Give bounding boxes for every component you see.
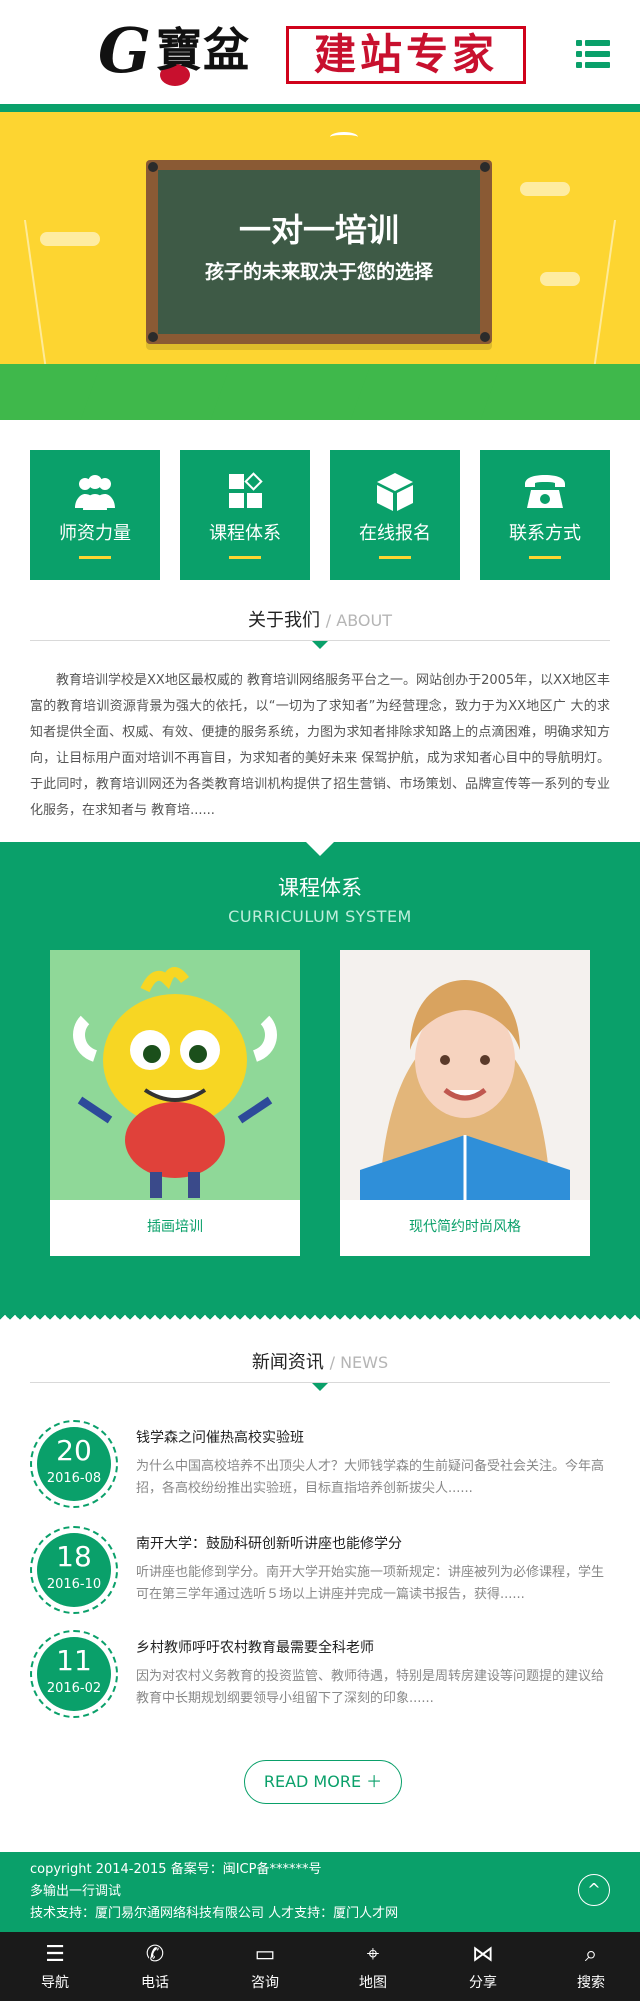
- quick-link-teachers[interactable]: 师资力量: [30, 450, 160, 580]
- news-date-badge: 11 2016-02: [30, 1630, 118, 1718]
- news-item-summary: 为什么中国高校培养不出顶尖人才？大师钱学森的生前疑问备受社会关注。今年高招，各高…: [136, 1459, 605, 1496]
- caret-down-icon: [312, 641, 328, 649]
- map-icon: ⌖: [366, 1942, 380, 1967]
- curriculum-title-en: CURRICULUM SYSTEM: [228, 907, 412, 926]
- course-card-caption: 现代简约时尚风格: [409, 1219, 521, 1235]
- nav-item-label: 咨询: [251, 1975, 279, 1991]
- header-accent-bar: [0, 104, 640, 112]
- site-header: G 寶盆 建站专家: [0, 0, 640, 112]
- quick-link-label: 在线报名: [359, 523, 431, 544]
- chalkboard: 一对一培训 孩子的未来取决于您的选择: [146, 160, 492, 344]
- news-day: 11: [56, 1644, 92, 1677]
- news-day: 20: [56, 1434, 92, 1467]
- phone-icon: [521, 472, 569, 512]
- cube-icon: [371, 472, 419, 512]
- banner-subtitle: 孩子的未来取决于您的选择: [204, 261, 433, 283]
- bottom-nav: ☰ 导航 ✆ 电话 ▭ 咨询 ⌖ 地图 ⋈ 分享 ⌕ 搜索: [0, 1932, 640, 2001]
- news-item-summary: 听讲座也能修到学分。南开大学开始实施一项新规定：讲座被列为必修课程，学生可在第三…: [136, 1565, 605, 1602]
- grid-icon: [221, 472, 269, 512]
- read-more-button[interactable]: READ MORE ＋: [244, 1760, 402, 1804]
- site-footer: copyright 2014-2015 备案号：闽ICP备******号 多输出…: [0, 1852, 640, 1932]
- nav-item-label: 搜索: [577, 1975, 605, 1991]
- news-item-title[interactable]: 钱学森之问催热高校实验班: [136, 1428, 610, 1448]
- about-heading: 关于我们 / ABOUT: [30, 608, 610, 649]
- news-item-title[interactable]: 乡村教师呼吁农村教育最需要全科老师: [136, 1638, 610, 1658]
- logo-tagline-box: 建站专家: [286, 26, 526, 84]
- quick-link-label: 联系方式: [509, 523, 581, 544]
- quick-link-contact[interactable]: 联系方式: [480, 450, 610, 580]
- logo-brand-text: 寶盆: [156, 23, 250, 77]
- quick-link-label: 师资力量: [59, 523, 131, 544]
- nav-item-menu[interactable]: ☰ 导航: [0, 1932, 110, 2001]
- chat-icon: ▭: [254, 1942, 276, 1967]
- cloud-decoration: [520, 182, 570, 196]
- news-title-en: / NEWS: [329, 1353, 389, 1372]
- menu-list-icon[interactable]: [576, 40, 610, 68]
- logo-tagline: 建站专家: [313, 30, 498, 79]
- share-icon: ⋈: [472, 1942, 494, 1967]
- caret-down-icon: [312, 1383, 328, 1391]
- quick-link-curriculum[interactable]: 课程体系: [180, 450, 310, 580]
- nav-item-label: 电话: [141, 1975, 169, 1991]
- logo-g-mark: G: [98, 14, 151, 87]
- news-year-month: 2016-02: [46, 1681, 102, 1696]
- about-text: 教育培训学校是XX地区最权威的 教育培训网络服务平台之一。网站创办于2005年，…: [30, 673, 610, 818]
- phone-icon: ✆: [145, 1942, 165, 1967]
- teachers-icon: [71, 472, 119, 512]
- news-item-summary: 因为对农村义务教育的投资监管、教师待遇，特别是周转房建设等问题提的建议给教育中长…: [136, 1669, 605, 1706]
- nav-item-label: 地图: [359, 1975, 387, 1991]
- news-item-title[interactable]: 南开大学：鼓励科研创新听讲座也能修学分: [136, 1534, 610, 1554]
- footer-support: 技术支持：厦门易尔通网络科技有限公司 人才支持：厦门人才网: [30, 1906, 399, 1921]
- quick-link-label: 课程体系: [209, 523, 281, 544]
- about-title-en: / ABOUT: [325, 611, 392, 630]
- about-title: 关于我们: [248, 610, 321, 631]
- list-icon: ☰: [45, 1942, 65, 1967]
- nav-item-share[interactable]: ⋈ 分享: [428, 1932, 538, 2001]
- monster-illustration: [50, 950, 300, 1200]
- cloud-decoration: [540, 272, 580, 286]
- banner-title: 一对一培训: [238, 211, 399, 249]
- site-logo[interactable]: G 寶盆 建站专家: [98, 14, 528, 94]
- quick-links: 师资力量 课程体系 在线报名 联系方式: [30, 450, 610, 580]
- course-card[interactable]: 插画培训: [50, 950, 300, 1256]
- nav-item-label: 分享: [469, 1975, 497, 1991]
- news-day: 18: [56, 1540, 92, 1573]
- nav-item-phone[interactable]: ✆ 电话: [100, 1932, 210, 2001]
- news-date-badge: 18 2016-10: [30, 1526, 118, 1614]
- footer-debug-line: 多输出一行调试: [30, 1884, 122, 1899]
- caret-down-icon: [306, 842, 334, 856]
- bird-decoration: [330, 132, 358, 142]
- news-item[interactable]: 11 2016-02 乡村教师呼吁农村教育最需要全科老师 因为对农村义务教育的投…: [30, 1630, 610, 1726]
- footer-copyright: copyright 2014-2015 备案号：闽ICP备******号: [30, 1862, 322, 1877]
- news-item[interactable]: 20 2016-08 钱学森之问催热高校实验班 为什么中国高校培养不出顶尖人才？…: [30, 1420, 610, 1516]
- curriculum-title: 课程体系: [278, 876, 362, 900]
- news-year-month: 2016-08: [46, 1471, 102, 1486]
- news-heading: 新闻资讯 / NEWS: [30, 1350, 610, 1391]
- nav-item-chat[interactable]: ▭ 咨询: [210, 1932, 320, 2001]
- course-card[interactable]: 现代简约时尚风格: [340, 950, 590, 1256]
- quick-link-register[interactable]: 在线报名: [330, 450, 460, 580]
- news-year-month: 2016-10: [46, 1577, 102, 1592]
- news-date-badge: 20 2016-08: [30, 1420, 118, 1508]
- green-hill: [479, 364, 640, 420]
- curriculum-section: 课程体系 CURRICULUM SYSTEM 插画培训 现代简约时尚风格: [0, 842, 640, 1320]
- girl-reading-photo: [340, 950, 590, 1200]
- zigzag-edge: [0, 1310, 640, 1320]
- back-to-top-button[interactable]: ^: [578, 1874, 610, 1906]
- nav-item-label: 导航: [41, 1975, 69, 1991]
- nav-item-map[interactable]: ⌖ 地图: [318, 1932, 428, 2001]
- hero-banner[interactable]: 一对一培训 孩子的未来取决于您的选择: [0, 112, 640, 420]
- news-title: 新闻资讯: [251, 1352, 324, 1373]
- search-icon: ⌕: [584, 1942, 598, 1967]
- cloud-decoration: [40, 232, 100, 246]
- course-card-caption: 插画培训: [147, 1219, 203, 1235]
- news-item[interactable]: 18 2016-10 南开大学：鼓励科研创新听讲座也能修学分 听讲座也能修到学分…: [30, 1526, 610, 1622]
- nav-item-search[interactable]: ⌕ 搜索: [536, 1932, 640, 2001]
